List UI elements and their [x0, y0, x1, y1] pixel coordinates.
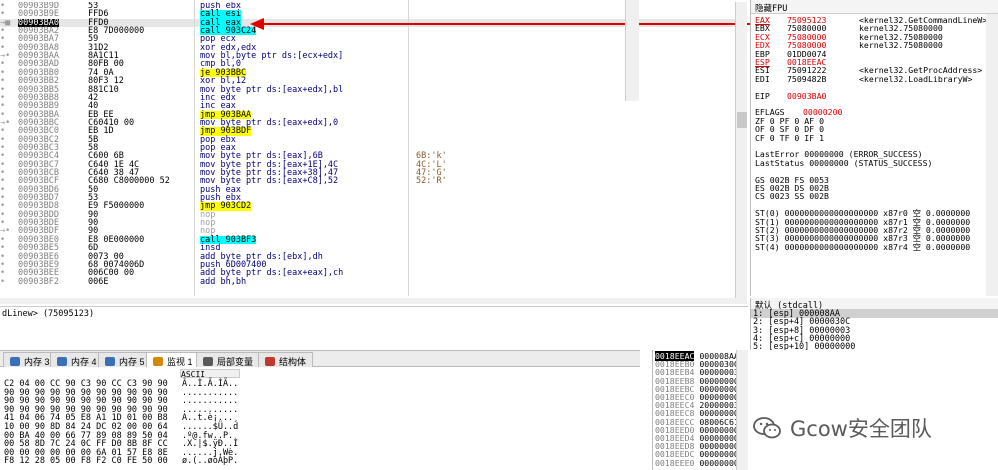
disasm-row[interactable]: • 00903BDD 90 nop	[0, 210, 735, 219]
register-row[interactable]: EIP 00903BA0	[751, 90, 991, 101]
tab-label: 内存 3	[24, 357, 50, 367]
disasm-row[interactable]: • 00903BC2 5B pop ebx	[0, 135, 735, 144]
register-name: EDI	[755, 73, 770, 84]
disasm-row[interactable]: • 00903BC0 EB 1D jmp 903BDF	[0, 127, 735, 136]
watermark-text: Gcow安全团队	[790, 417, 932, 441]
flags-row[interactable]: CF 0 TF 0 IF 1	[755, 133, 824, 142]
locals-icon	[203, 357, 213, 366]
memory-icon	[10, 357, 20, 366]
stack-value: 00000000	[699, 457, 739, 468]
tab-label: 结构体	[279, 357, 307, 367]
stack-scrollbar[interactable]	[736, 350, 748, 470]
disasm-row[interactable]: • 00903BE0 E8 0E000000 call 903BF3	[0, 235, 735, 244]
tab-2[interactable]: 内存 4	[50, 352, 104, 367]
fpu-register-row[interactable]: ST(4) 0000000000000000000 x87r4 空 0.0000…	[755, 242, 970, 251]
tab-3[interactable]: 内存 5	[98, 352, 152, 367]
register-comment: <kernel32.LoadLibraryW>	[859, 73, 973, 84]
tab-label: 内存 4	[71, 357, 97, 367]
instruction-address: 00903BF2	[18, 276, 59, 287]
stack-row[interactable]: 0018EEE0 00000000	[655, 457, 739, 468]
disasm-row[interactable]: • 00903BEE 006C00 00 add byte ptr ds:[eax+e…	[0, 269, 735, 278]
disasm-row[interactable]: • 00903BF2 006E add bh,bh	[0, 276, 735, 287]
struct-icon	[265, 357, 275, 366]
tab-label: 监视 1	[167, 357, 193, 367]
memory-icon	[105, 357, 115, 366]
dump-tabs: 内存 3 内存 4 内存 5 监视 1 局部变量 结构体	[0, 350, 640, 367]
scrollbar-thumb[interactable]	[737, 112, 747, 128]
tab-5[interactable]: 局部变量	[196, 352, 261, 367]
registers-panel: 隐藏FPU EAX 75095123 <kernel32.GetCommandLin…	[750, 0, 998, 296]
disasm-row[interactable]: • 00903BD6 50 push eax	[0, 185, 735, 194]
register-row[interactable]: CF 0 TF 0 IF 1	[751, 133, 991, 142]
ascii-column-header: ASCII	[180, 369, 240, 379]
register-name: EIP	[755, 90, 770, 101]
wechat-icon	[753, 417, 781, 439]
register-value[interactable]: 00903BA0	[787, 91, 826, 100]
hide-fpu-toggle[interactable]: 隐藏FPU	[751, 0, 998, 14]
tab-1[interactable]: 内存 3	[3, 352, 57, 367]
memory-icon	[57, 357, 67, 366]
disasm-row[interactable]: • 00903BD8 E9 F5000000 jmp 903CD2	[0, 202, 735, 211]
gutter-marker: •	[0, 276, 6, 287]
tab-4[interactable]: 监视 1	[146, 352, 200, 367]
registers-scrollbar[interactable]	[986, 14, 998, 296]
disasm-row[interactable]: • 00903BDE 90 nop	[0, 219, 735, 228]
disassembly-scrollbar[interactable]	[735, 2, 747, 298]
dump-row[interactable]: F8 12 28 05 00 F8 F2 C0 FE 50 00 ø.(..øòÀ…	[0, 456, 620, 467]
disassembly-hscrollbar[interactable]	[0, 298, 747, 304]
dump-hex: F8 12 28 05 00 F8 F2 C0 FE 50 00	[4, 456, 168, 467]
status-text: dLinew> (75095123)	[2, 309, 95, 319]
register-row[interactable]: EDI 7509482B <kernel32.LoadLibraryW>	[751, 73, 991, 84]
stack-address: 0018EEE0	[655, 457, 695, 468]
instruction-text: add bh,bh	[200, 276, 247, 287]
register-row[interactable]: ST(4) 0000000000000000000 x87r4 空 0.0000…	[751, 242, 991, 251]
instruction-bytes: 006E	[88, 276, 109, 287]
call-stack-args-panel: 默认 (stdcall) 1: [esp] 000008AA 2: [esp+4]…	[750, 298, 998, 352]
dump-scrollbar[interactable]	[625, 0, 639, 101]
register-row[interactable]: LastStatus 00000000 (STATUS_SUCCESS)	[751, 157, 991, 168]
watermark: Gcow安全团队	[752, 408, 992, 448]
disasm-row[interactable]: • 00903BCF C680 C8000000 52 mov byte ptr ds…	[0, 176, 735, 187]
instruction-bytes: C680 C8000000 52	[88, 176, 170, 187]
memory-dump-view[interactable]: ASCII C2 04 00 CC 90 C3 90 CC C3 90 90 Â.…	[0, 369, 640, 470]
register-value[interactable]: 7509482B	[787, 74, 826, 83]
instruction-comment: 52:'R'	[416, 176, 447, 187]
tab-label: 局部变量	[217, 357, 254, 367]
last-status: LastStatus 00000000 (STATUS_SUCCESS)	[755, 157, 933, 168]
register-row[interactable]: CS 0023 SS 002B	[751, 192, 991, 201]
register-comment: kernel32.75080000	[859, 40, 943, 51]
dump-ascii: ø.(..øòÀþP.	[182, 456, 239, 467]
column-divider	[408, 0, 409, 296]
segment-row[interactable]: CS 0023 SS 002B	[755, 192, 829, 201]
watch-icon	[153, 357, 163, 366]
tab-6[interactable]: 结构体	[258, 352, 314, 367]
column-divider	[194, 0, 195, 296]
tab-label: 内存 5	[119, 357, 145, 367]
info-line: dLinew> (75095123)	[0, 306, 748, 348]
